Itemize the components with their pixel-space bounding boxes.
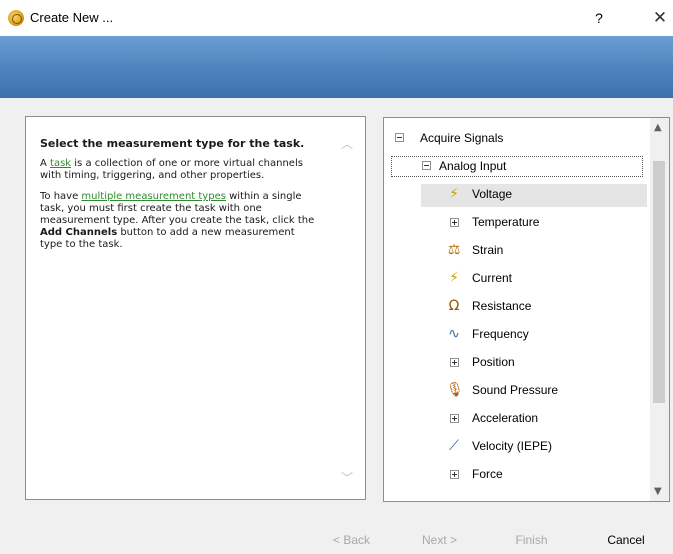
tree-node-strain[interactable]: ⚖ Strain bbox=[384, 237, 649, 263]
help-bold-text: Add Channels bbox=[40, 227, 118, 238]
tree-node-label: Velocity (IEPE) bbox=[472, 439, 553, 453]
scroll-thumb[interactable] bbox=[653, 161, 665, 403]
tree-node-label: Strain bbox=[472, 243, 504, 257]
finish-button[interactable]: Finish bbox=[494, 528, 569, 554]
help-text: To have bbox=[40, 191, 82, 202]
multiple-measurement-types-link[interactable]: multiple measurement types bbox=[81, 191, 226, 202]
tree-node-label: Current bbox=[472, 271, 513, 285]
voltage-icon: ⚡ bbox=[449, 186, 459, 202]
help-scroll-up-icon[interactable]: ︿ bbox=[341, 138, 353, 150]
tree-node-current[interactable]: ⚡ Current bbox=[384, 265, 649, 291]
help-title: Select the measurement type for the task… bbox=[40, 137, 305, 150]
tree-node-label: Resistance bbox=[472, 299, 532, 313]
tree-node-force[interactable]: Force bbox=[384, 461, 649, 487]
help-paragraph-task: A task is a collection of one or more vi… bbox=[40, 158, 320, 182]
microphone-icon: 🎙 bbox=[446, 382, 464, 398]
tree-node-label: Force bbox=[472, 467, 503, 481]
help-panel: Select the measurement type for the task… bbox=[25, 116, 366, 500]
expand-icon[interactable] bbox=[450, 358, 459, 367]
tree-node-acceleration[interactable]: Acceleration bbox=[384, 405, 649, 431]
help-scroll-down-icon[interactable]: ﹀ bbox=[341, 472, 353, 484]
tree-node-label: Analog Input bbox=[439, 159, 507, 173]
window-title: Create New ... bbox=[30, 10, 114, 25]
next-button[interactable]: Next > bbox=[402, 528, 477, 554]
tree-node-analog-input[interactable]: Analog Input bbox=[384, 153, 649, 179]
header-banner bbox=[0, 36, 673, 98]
cancel-button[interactable]: Cancel bbox=[584, 528, 668, 554]
tree-node-voltage[interactable]: ⚡ Voltage bbox=[384, 181, 649, 207]
expand-icon[interactable] bbox=[450, 218, 459, 227]
scroll-down-arrow-icon[interactable]: ▼ bbox=[654, 486, 662, 497]
tree-node-resistance[interactable]: Ω Resistance bbox=[384, 293, 649, 319]
collapse-icon[interactable] bbox=[422, 161, 431, 170]
help-content: Select the measurement type for the task… bbox=[40, 137, 320, 260]
tree-node-label: Sound Pressure bbox=[472, 383, 559, 397]
app-icon bbox=[8, 10, 24, 26]
tree-node-label: Voltage bbox=[472, 187, 513, 201]
scroll-up-arrow-icon[interactable]: ▲ bbox=[654, 122, 662, 133]
back-button[interactable]: < Back bbox=[314, 528, 389, 554]
tree-node-label: Frequency bbox=[472, 327, 529, 341]
tree-node-position[interactable]: Position bbox=[384, 349, 649, 375]
tree-node-frequency[interactable]: ∿ Frequency bbox=[384, 321, 649, 347]
close-button[interactable]: ✕ bbox=[648, 6, 672, 30]
expand-icon[interactable] bbox=[450, 470, 459, 479]
tree-node-velocity-iepe[interactable]: ⟋ Velocity (IEPE) bbox=[384, 433, 649, 459]
help-text: A bbox=[40, 158, 51, 169]
collapse-icon[interactable] bbox=[395, 133, 404, 142]
task-link[interactable]: task bbox=[50, 158, 71, 169]
tree-node-temperature[interactable]: Temperature bbox=[384, 209, 649, 235]
tree-viewport: Acquire Signals Analog Input ⚡ Voltage Tem… bbox=[384, 118, 649, 492]
expand-icon[interactable] bbox=[450, 414, 459, 423]
help-text: is a collection of one or more virtual c… bbox=[40, 158, 303, 181]
tree-scrollbar[interactable]: ▲ ▼ bbox=[650, 118, 669, 501]
frequency-icon: ∿ bbox=[448, 326, 460, 342]
tree-node-label: Temperature bbox=[472, 215, 540, 229]
tree-node-label: Position bbox=[472, 355, 515, 369]
tree-node-label: Acquire Signals bbox=[420, 131, 504, 145]
help-button[interactable]: ? bbox=[587, 6, 611, 30]
tree-node-sound-pressure[interactable]: 🎙 Sound Pressure bbox=[384, 377, 649, 403]
title-bar: Create New ... ? ✕ bbox=[0, 0, 673, 36]
help-paragraph-multiple: To have multiple measurement types withi… bbox=[40, 191, 320, 251]
current-icon: ⚡ bbox=[449, 270, 459, 286]
strain-icon: ⚖ bbox=[447, 242, 461, 258]
measurement-type-tree[interactable]: Acquire Signals Analog Input ⚡ Voltage Tem… bbox=[383, 117, 670, 502]
resistance-icon: Ω bbox=[448, 298, 460, 314]
tree-node-label: Acceleration bbox=[472, 411, 539, 425]
tree-node-acquire-signals[interactable]: Acquire Signals bbox=[384, 125, 649, 151]
velocity-icon: ⟋ bbox=[449, 438, 459, 454]
